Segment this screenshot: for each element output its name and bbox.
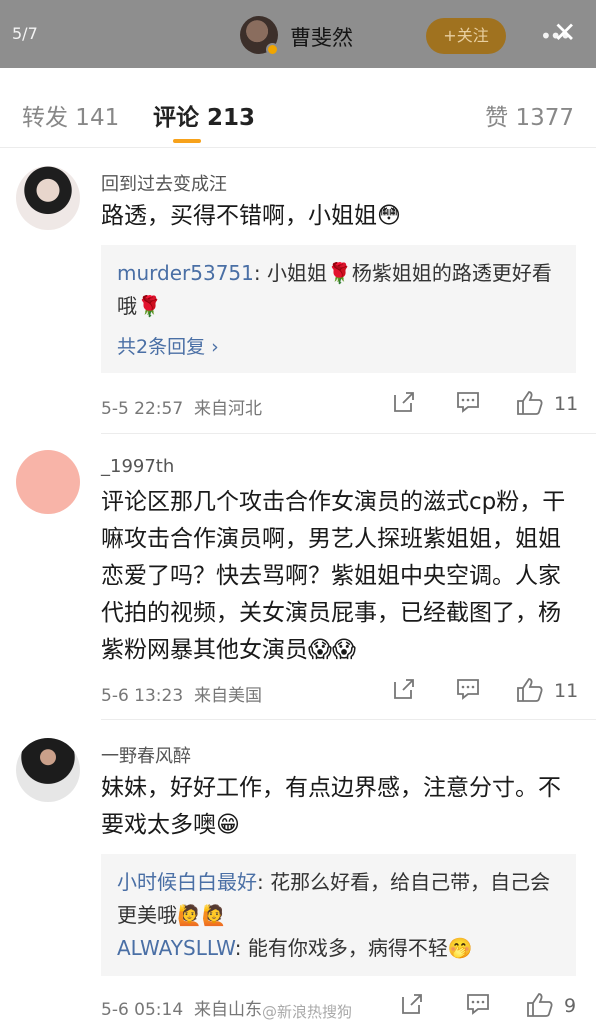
- comment-meta: 5-6 13:23 来自美国: [101, 681, 262, 706]
- reply-box[interactable]: 小时候白白最好: 花那么好看，给自己带，自己会更美哦🙋🙋 ALWAYSLLW: …: [101, 854, 576, 976]
- reply-username[interactable]: ALWAYSLLW: [117, 936, 235, 960]
- comment-location: 来自美国: [193, 686, 262, 706]
- watermark: @新浪热搜狗: [262, 1003, 353, 1021]
- author-name[interactable]: 曹斐然: [290, 22, 353, 52]
- comment-item: _1997th 评论区那几个攻击合作女演员的滋式cp粉，干嘛攻击合作演员啊，男艺…: [0, 434, 596, 719]
- comment-username[interactable]: 回到过去变成汪: [101, 170, 227, 196]
- tab-bar: 转发 141 评论 213 赞 1377: [0, 68, 596, 148]
- share-icon[interactable]: [392, 677, 416, 707]
- avatar[interactable]: [16, 166, 80, 230]
- reply-icon[interactable]: [456, 390, 480, 420]
- like-count: 11: [554, 393, 579, 415]
- tab-repost[interactable]: 转发 141: [22, 98, 119, 132]
- reply-text: : 能有你戏多，病得不轻🤭: [234, 936, 473, 960]
- more-replies-link[interactable]: 共2条回复 ›: [117, 331, 560, 364]
- tab-likes[interactable]: 赞 1377: [485, 98, 574, 132]
- reply-box[interactable]: murder53751: 小姐姐🌹杨紫姐姐的路透更好看哦🌹 共2条回复 ›: [101, 245, 576, 373]
- close-icon[interactable]: ✕: [553, 18, 576, 48]
- comment-item: 回到过去变成汪 路透，买得不错啊，小姐姐😳 murder53751: 小姐姐🌹杨…: [0, 148, 596, 433]
- reply-username[interactable]: murder53751: [117, 261, 254, 285]
- tab-comments[interactable]: 评论 213: [153, 98, 255, 132]
- like-icon[interactable]: [526, 992, 554, 1024]
- comment-text: 路透，买得不错啊，小姐姐😳: [101, 203, 401, 229]
- comment-time: 5-6 13:23: [101, 686, 184, 706]
- like-count: 9: [564, 995, 577, 1017]
- comment-username[interactable]: 一野春风醉: [101, 742, 191, 768]
- reply-item: ALWAYSLLW: 能有你戏多，病得不轻🤭: [117, 932, 560, 965]
- comment-actions: 11: [390, 677, 590, 707]
- comment-meta: 5-6 05:14 来自山东: [101, 995, 262, 1020]
- reply-item: 小时候白白最好: 花那么好看，给自己带，自己会更美哦🙋🙋: [117, 866, 560, 932]
- comment-text: 妹妹，好好工作，有点边界感，注意分寸。不要戏太多噢😁: [101, 775, 561, 838]
- like-icon[interactable]: [516, 677, 544, 709]
- reply-item: murder53751: 小姐姐🌹杨紫姐姐的路透更好看哦🌹: [117, 257, 560, 323]
- comment-text: 评论区那几个攻击合作女演员的滋式cp粉，干嘛攻击合作演员啊，男艺人探班紫姐姐，姐…: [101, 489, 566, 663]
- comment-actions: 11: [390, 390, 590, 420]
- reply-icon[interactable]: [466, 992, 490, 1022]
- like-count: 11: [554, 680, 579, 702]
- comment-time: 5-6 05:14: [101, 1000, 184, 1020]
- comment-time: 5-5 22:57: [101, 399, 184, 419]
- comment-username[interactable]: _1997th: [101, 456, 174, 477]
- follow-button[interactable]: +关注: [426, 18, 506, 54]
- reply-username[interactable]: 小时候白白最好: [117, 870, 257, 894]
- comment-meta: 5-5 22:57 来自河北: [101, 394, 262, 419]
- image-counter: 5/7: [12, 24, 38, 43]
- share-icon[interactable]: [392, 390, 416, 420]
- active-tab-indicator: [173, 139, 201, 143]
- comment-actions: 9: [390, 992, 590, 1022]
- share-icon[interactable]: [400, 992, 424, 1022]
- verified-badge-icon: [266, 43, 279, 56]
- comment-location: 来自河北: [193, 399, 262, 419]
- comment-location: 来自山东: [193, 1000, 262, 1020]
- reply-icon[interactable]: [456, 677, 480, 707]
- top-bar: 5/7 曹斐然 +关注 ••• ✕: [0, 0, 596, 68]
- avatar[interactable]: [16, 738, 80, 802]
- comment-item: 一野春风醉 妹妹，好好工作，有点边界感，注意分寸。不要戏太多噢😁 小时候白白最好…: [0, 720, 596, 1024]
- like-icon[interactable]: [516, 390, 544, 422]
- avatar[interactable]: [16, 450, 80, 514]
